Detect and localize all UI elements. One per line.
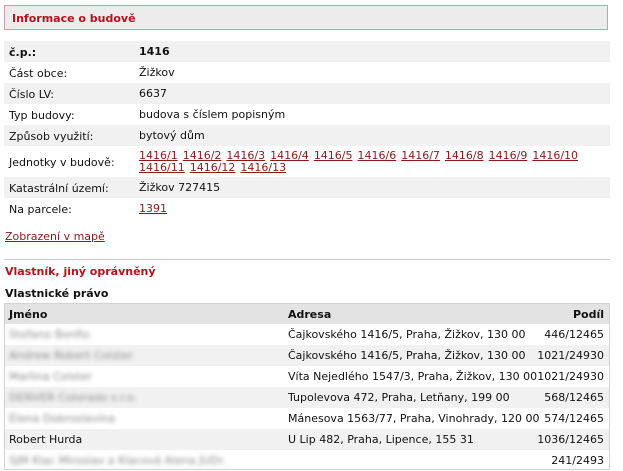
owner-address: Mánesova 1563/77, Praha, Vinohrady, 120 … xyxy=(288,412,540,425)
jednotky-list: 1416/1 1416/2 1416/3 1416/4 1416/5 1416/6 1416… xyxy=(139,150,606,174)
katastr-value: Žižkov 727415 xyxy=(139,181,221,194)
parcela-label: Na parcele: xyxy=(9,203,72,216)
cp-label: č.p.: xyxy=(9,46,37,59)
owner-name: DENVER Colorado s.r.o. xyxy=(9,391,138,404)
unit-link-1416-11[interactable]: 1416/11 xyxy=(139,161,185,174)
divider xyxy=(4,259,610,260)
owner-address: Čajkovského 1416/5, Praha, Žižkov, 130 0… xyxy=(288,349,526,362)
owner-address: U Lip 482, Praha, Lipence, 155 31 xyxy=(288,433,474,446)
ownership-subtitle: Vlastnické právo xyxy=(5,287,109,300)
header-name: Jméno xyxy=(9,308,48,321)
parcela-link[interactable]: 1391 xyxy=(139,202,167,215)
lv-value: 6637 xyxy=(139,87,167,100)
owner-name: Stefano Bonfio xyxy=(9,328,90,341)
owners-table: Jméno Adresa Podíl Stefano Bonfio Čajkov… xyxy=(4,303,610,470)
zpusob-label: Způsob využití: xyxy=(9,130,94,143)
owner-share: 568/12465 xyxy=(544,391,604,404)
katastr-label: Katastrální území: xyxy=(9,182,109,195)
table-row: Andrew Robert Colster Čajkovského 1416/5… xyxy=(5,345,609,366)
cp-value: 1416 xyxy=(139,45,170,58)
parcela-value: 1391 xyxy=(139,203,606,215)
owners-table-header: Jméno Adresa Podíl xyxy=(5,304,609,324)
owner-share: 1021/24930 xyxy=(537,349,604,362)
table-row: Stefano Bonfio Čajkovského 1416/5, Praha… xyxy=(5,324,609,345)
lv-label: Číslo LV: xyxy=(9,88,55,101)
unit-link-1416-5[interactable]: 1416/5 xyxy=(314,149,353,162)
row-jednotky: Jednotky v budově: 1416/1 1416/2 1416/3 141… xyxy=(4,146,610,177)
building-info-header: Informace o budově xyxy=(4,5,608,30)
zpusob-value: bytový dům xyxy=(139,129,205,142)
building-info-title: Informace o budově xyxy=(12,12,136,25)
owner-section-title: Vlastník, jiný oprávněný xyxy=(5,265,156,278)
typ-budovy-value: budova s číslem popisným xyxy=(139,108,286,121)
owner-name: Robert Hurda xyxy=(9,433,83,446)
row-cast-obce: Část obce: Žižkov xyxy=(4,62,610,83)
row-zpusob: Způsob využití: bytový dům xyxy=(4,125,610,146)
row-typ-budovy: Typ budovy: budova s číslem popisným xyxy=(4,104,610,125)
row-cp: č.p.: 1416 xyxy=(4,41,610,62)
table-row: SJM Klac Miroslav a Klacová Alena JUDr. … xyxy=(5,450,609,471)
jednotky-label: Jednotky v budově: xyxy=(9,156,115,169)
header-share: Podíl xyxy=(572,308,604,321)
owner-address: Víta Nejedlého 1547/3, Praha, Žižkov, 13… xyxy=(288,370,538,383)
cast-obce-value: Žižkov xyxy=(139,66,175,79)
owner-address: Tupolevova 472, Praha, Letňany, 199 00 xyxy=(288,391,510,404)
table-row: Marlina Colster Víta Nejedlého 1547/3, P… xyxy=(5,366,609,387)
unit-link-1416-6[interactable]: 1416/6 xyxy=(358,149,397,162)
owner-share: 1021/24930 xyxy=(537,370,604,383)
map-link[interactable]: Zobrazení v mapě xyxy=(5,230,105,243)
typ-budovy-label: Typ budovy: xyxy=(9,109,75,122)
building-info-table: č.p.: 1416 Část obce: Žižkov Číslo LV: 6… xyxy=(4,41,610,221)
row-katastr: Katastrální území: Žižkov 727415 xyxy=(4,177,610,198)
owner-name: SJM Klac Miroslav a Klacová Alena JUDr. xyxy=(9,454,226,467)
unit-link-1416-10[interactable]: 1416/10 xyxy=(532,149,578,162)
owner-share: 574/12465 xyxy=(544,412,604,425)
cast-obce-label: Část obce: xyxy=(9,67,68,80)
row-parcela: Na parcele: 1391 xyxy=(4,198,610,219)
owner-name: Elena Dobroslavina xyxy=(9,412,115,425)
header-address: Adresa xyxy=(288,308,332,321)
table-row: Elena Dobroslavina Mánesova 1563/77, Pra… xyxy=(5,408,609,429)
owner-address: Čajkovského 1416/5, Praha, Žižkov, 130 0… xyxy=(288,328,526,341)
owner-share: 1036/12465 xyxy=(537,433,604,446)
owner-name: Andrew Robert Colster xyxy=(9,349,133,362)
row-lv: Číslo LV: 6637 xyxy=(4,83,610,104)
table-row: Robert Hurda U Lip 482, Praha, Lipence, … xyxy=(5,429,609,450)
table-row: DENVER Colorado s.r.o. Tupolevova 472, P… xyxy=(5,387,609,408)
unit-link-1416-7[interactable]: 1416/7 xyxy=(401,149,440,162)
unit-link-1416-12[interactable]: 1416/12 xyxy=(190,161,236,174)
unit-link-1416-13[interactable]: 1416/13 xyxy=(240,161,286,174)
unit-link-1416-8[interactable]: 1416/8 xyxy=(445,149,484,162)
owner-share: 446/12465 xyxy=(544,328,604,341)
owner-name: Marlina Colster xyxy=(9,370,92,383)
owner-share: 241/2493 xyxy=(551,454,604,467)
unit-link-1416-9[interactable]: 1416/9 xyxy=(489,149,528,162)
